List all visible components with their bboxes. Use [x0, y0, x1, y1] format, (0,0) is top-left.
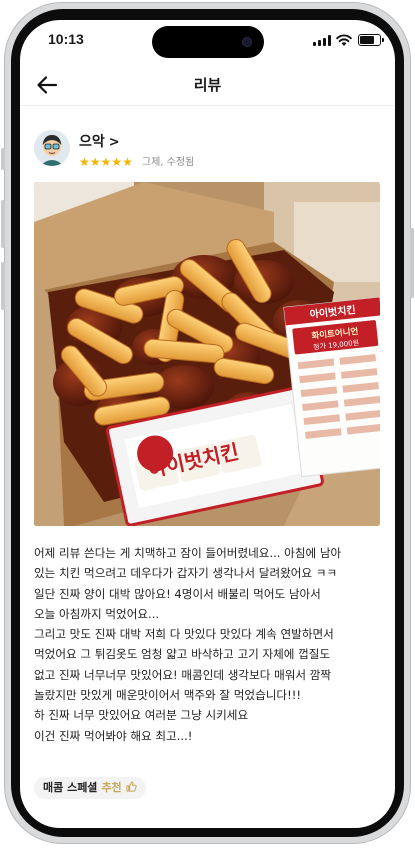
volume-down-button	[1, 262, 5, 310]
app-header: 리뷰	[20, 64, 395, 106]
dynamic-island	[152, 26, 264, 58]
power-button	[410, 228, 414, 298]
chevron-right-icon: >	[108, 135, 120, 150]
cellular-signal-icon	[313, 35, 331, 46]
review-line: 일단 진짜 양이 대박 많아요! 4명이서 배불리 먹어도 남아서	[34, 586, 321, 601]
review-photo[interactable]: 아이벗치킨 아이벗치킨 화이트어니언 정가 19,000원	[34, 182, 380, 526]
page-title: 리뷰	[193, 76, 222, 94]
avatar-image	[34, 130, 70, 166]
star-icon: ★	[100, 155, 112, 169]
review-line: 이건 진짜 먹어봐야 해요 최고...!	[34, 728, 193, 743]
review-line: 오늘 아침까지 먹었어요...	[34, 606, 160, 621]
star-icon: ★	[111, 155, 123, 169]
action-button	[1, 148, 5, 170]
review-line: 하 진짜 너무 맛있어요 여러분 그냥 시키세요	[34, 708, 249, 723]
review-date: 그제, 수정됨	[141, 157, 195, 168]
reviewer-row: 으악 > ★★★★★ 그제, 수정됨	[34, 130, 374, 170]
review-line: 그리고 맛도 진짜 대박 저희 다 맛있다 맛있다 계속 연발하면서	[34, 627, 334, 642]
camera-icon	[242, 37, 252, 47]
review-line: 먹었어요 그 튀김옷도 엄청 얇고 바삭하고 고기 자체에 껍질도	[34, 647, 331, 662]
screen: 10:13 리뷰 으악 > ★★★★★ 그제, 수정됨 아이벗치킨 아이벗치킨 …	[20, 20, 395, 828]
status-time: 10:13	[48, 31, 84, 47]
review-line: 어제 리뷰 쓴다는 게 치맥하고 잠이 들어버렸네요... 아침에 남아	[34, 546, 342, 560]
review-body: 어제 리뷰 쓴다는 게 치맥하고 잠이 들어버렸네요... 아침에 남아 있는 …	[34, 543, 380, 746]
star-icon: ★	[79, 155, 90, 169]
thumbs-up-icon	[126, 781, 137, 792]
battery-icon	[358, 34, 384, 46]
reviewer-name-text: 으악	[79, 134, 105, 150]
avatar[interactable]	[34, 130, 70, 166]
review-line: 없고 진짜 너무너무 맛있어요! 매콤인데 생각보다 매워서 깜짝	[34, 667, 332, 682]
menu-tag[interactable]: 매콤 스페셜 추천	[34, 777, 147, 799]
chicken-box-image: 아이벗치킨 아이벗치킨 화이트어니언 정가 19,000원	[34, 182, 380, 526]
review-line: 놀랐지만 맛있게 매운맛이어서 맥주와 잘 먹었습니다!!!	[34, 688, 302, 703]
battery-level	[360, 36, 375, 44]
star-icon: ★	[122, 155, 133, 169]
review-line: 있는 치킨 먹으려고 데우다가 갑자기 생각나서 달려왔어요 ㅋㅋ	[34, 566, 338, 581]
menu-tag-name: 매콤 스페셜	[43, 781, 98, 794]
star-icon: ★	[89, 155, 101, 169]
volume-up-button	[1, 200, 5, 248]
status-bar: 10:13	[20, 20, 395, 64]
recommend-label: 추천	[101, 781, 122, 794]
rating-row: ★★★★★ 그제, 수정됨	[79, 151, 195, 169]
reviewer-name[interactable]: 으악 >	[79, 131, 120, 151]
wifi-icon	[336, 34, 352, 46]
